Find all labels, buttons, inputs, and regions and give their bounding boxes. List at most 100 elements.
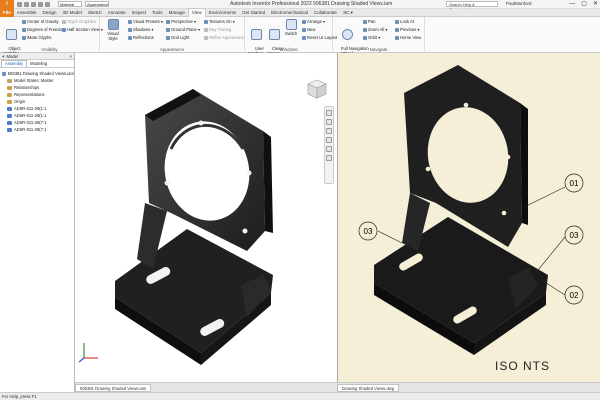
- tab-sketch[interactable]: Sketch: [85, 9, 105, 17]
- reflections-toggle[interactable]: Reflections: [128, 35, 154, 40]
- z-axis-icon: [78, 357, 85, 363]
- steering-wheel-icon[interactable]: [326, 110, 332, 116]
- degrees-of-freedom-icon: [22, 27, 26, 32]
- look-at-icon[interactable]: [326, 146, 332, 152]
- tree-node-part[interactable]: AD5R-011-28(7:1: [2, 126, 74, 133]
- perspective-icon: [166, 19, 170, 24]
- tab-get-started[interactable]: Get Started: [239, 9, 268, 17]
- minimize-button[interactable]: —: [569, 0, 575, 9]
- tab-extra[interactable]: ЭС ▾: [340, 9, 356, 17]
- ray-tracing-label: Ray Tracing: [209, 27, 232, 32]
- grid-light-toggle[interactable]: Grid Light: [166, 35, 189, 40]
- grid-light-label: Grid Light: [171, 35, 190, 40]
- tab-file[interactable]: File: [0, 8, 14, 17]
- visual-presets-button[interactable]: Visual Presets ▾: [128, 19, 163, 24]
- appearance-select[interactable]: Appearance: [85, 1, 109, 7]
- switch-button[interactable]: Switch: [281, 19, 301, 36]
- balloon-03-right[interactable]: 03: [564, 225, 584, 245]
- tab-annotate[interactable]: Annotate: [105, 9, 129, 17]
- tab-design[interactable]: Design: [40, 9, 60, 17]
- balloon-01[interactable]: 01: [564, 173, 584, 193]
- home-view-label: Home View: [400, 35, 422, 40]
- ground-plane-button[interactable]: Ground Plane ▾: [166, 27, 200, 32]
- reset-ui-layout-button[interactable]: Reset UI Layout: [302, 35, 337, 40]
- balloon-03-left[interactable]: 03: [358, 221, 378, 241]
- tab-inspect[interactable]: Inspect: [129, 9, 150, 17]
- orbit-icon[interactable]: [326, 137, 332, 143]
- close-icon[interactable]: ×: [70, 54, 72, 59]
- maximize-button[interactable]: ▢: [581, 0, 587, 9]
- tree-node-label: Model States: Master: [14, 78, 54, 83]
- visual-style-button[interactable]: Visual Style: [103, 19, 123, 41]
- degrees-of-freedom-toggle[interactable]: Degrees of Freedom: [22, 27, 65, 32]
- tree-node-assembly[interactable]: 506381 Drawing Shaded Views.iam: [2, 70, 74, 77]
- doc-tab-drawing[interactable]: Drawing Shaded Views.dwg: [337, 384, 400, 392]
- open-icon[interactable]: [24, 1, 29, 7]
- glyph-graphics-toggle[interactable]: Glyph Graphics: [62, 19, 96, 24]
- tab-view[interactable]: View: [187, 8, 206, 17]
- tree-node-origin[interactable]: Origin: [2, 98, 74, 105]
- pan-icon[interactable]: [326, 119, 332, 125]
- redo-icon[interactable]: [45, 1, 50, 7]
- tree-node-representations[interactable]: Representations: [2, 91, 74, 98]
- half-section-view-label: Half Section View ▾: [67, 27, 104, 32]
- tree-node-part[interactable]: AD5R-011-28(7:1: [2, 119, 74, 126]
- bracket-model-shaded: [115, 89, 273, 365]
- new-window-button[interactable]: New: [302, 27, 315, 32]
- model-viewport[interactable]: [75, 53, 337, 382]
- arrange-icon: [302, 19, 306, 24]
- home-view-button[interactable]: Home View: [395, 35, 421, 40]
- browser-tree: 506381 Drawing Shaded Views.iam Model St…: [0, 68, 74, 133]
- tab-assembly[interactable]: Assembly: [1, 60, 28, 67]
- undo-icon[interactable]: [38, 1, 43, 7]
- balloon-02[interactable]: 02: [564, 285, 584, 305]
- bolt-hole: [246, 170, 252, 176]
- close-button[interactable]: ✕: [593, 0, 598, 9]
- shadows-button[interactable]: Shadows ▾: [128, 27, 154, 32]
- search-input[interactable]: Search Help & Commands...: [446, 1, 498, 12]
- center-of-gravity-toggle[interactable]: Center of Gravity: [22, 19, 59, 24]
- ribbon: Object Visibility Center of Gravity Degr…: [0, 17, 600, 56]
- save-icon[interactable]: [31, 1, 36, 7]
- add-browser-icon[interactable]: +: [2, 54, 4, 59]
- refine-appearance-button[interactable]: Refine Appearance: [204, 35, 245, 40]
- previous-view-button[interactable]: Previous ▾: [395, 27, 420, 32]
- tab-manage[interactable]: Manage: [166, 9, 188, 17]
- orbit-button[interactable]: Orbit ▾: [363, 35, 380, 40]
- tree-node-label: Origin: [14, 99, 26, 104]
- look-at-label: Look At: [400, 19, 414, 24]
- app-menu-button[interactable]: I: [0, 0, 14, 9]
- half-section-view-button[interactable]: Half Section View ▾: [62, 27, 103, 32]
- textures-button[interactable]: Textures On ▾: [204, 19, 235, 24]
- pan-button[interactable]: Pan: [363, 19, 375, 24]
- tree-node-relationships[interactable]: Relationships: [2, 84, 74, 91]
- home-icon[interactable]: [326, 155, 332, 161]
- viewcube[interactable]: [304, 76, 330, 102]
- tab-modeling[interactable]: Modeling: [27, 61, 50, 67]
- new-icon[interactable]: [17, 1, 22, 7]
- pan-icon: [363, 19, 367, 24]
- zoom-icon[interactable]: [326, 128, 332, 134]
- user-account[interactable]: PaulMunford: [506, 1, 532, 6]
- perspective-button[interactable]: Perspective ▾: [166, 19, 196, 24]
- doc-tab-assembly[interactable]: 506381 Drawing Shaded Views.iam: [75, 384, 152, 392]
- reset-ui-layout-icon: [302, 35, 306, 40]
- drawing-viewport[interactable]: 01 03 03 02 ISO NTS: [337, 53, 600, 382]
- arrange-button[interactable]: Arrange ▾: [302, 19, 325, 24]
- tab-electromechanical[interactable]: Electromechanical: [268, 9, 311, 17]
- imate-glyphs-toggle[interactable]: iMate Glyphs: [22, 35, 51, 40]
- tab-3d-model[interactable]: 3D Model: [60, 9, 85, 17]
- tree-node-part[interactable]: AD5R-011-28(1:1: [2, 105, 74, 112]
- tab-environments[interactable]: Environments: [206, 9, 240, 17]
- refine-appearance-icon: [204, 35, 208, 40]
- material-select[interactable]: Material: [58, 1, 82, 7]
- tab-collaborate[interactable]: Collaborate: [311, 9, 340, 17]
- zoom-all-button[interactable]: Zoom All ▾: [363, 27, 388, 32]
- tab-assemble[interactable]: Assemble: [14, 9, 40, 17]
- ray-tracing-toggle[interactable]: Ray Tracing: [204, 27, 231, 32]
- tree-node-model-states[interactable]: Model States: Master: [2, 77, 74, 84]
- folder-icon: [7, 99, 12, 104]
- look-at-button[interactable]: Look At: [395, 19, 414, 24]
- tree-node-part[interactable]: AD5R-011-28(1:1: [2, 112, 74, 119]
- tab-tools[interactable]: Tools: [149, 9, 166, 17]
